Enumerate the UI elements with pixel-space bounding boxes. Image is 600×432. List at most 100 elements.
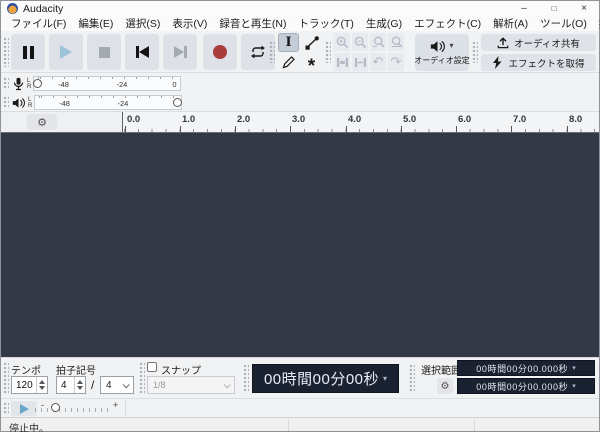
selection-tool-button[interactable]: I: [278, 33, 299, 52]
status-text: 停止中。: [9, 424, 49, 432]
time-signature-upper-input[interactable]: 4: [56, 376, 86, 394]
recording-meter[interactable]: LR -48 -24 0: [1, 75, 182, 92]
loop-icon: [251, 45, 265, 59]
share-grip[interactable]: [472, 41, 478, 63]
time-signature-lower-select[interactable]: 4: [100, 376, 134, 394]
timeline-options-panel: ⚙: [1, 112, 123, 132]
zoom-default-button[interactable]: [388, 33, 404, 51]
snap-select[interactable]: 1/8: [147, 376, 235, 394]
menu-file[interactable]: ファイル(F): [5, 16, 72, 31]
get-effects-button[interactable]: エフェクトを取得: [481, 54, 596, 71]
audacity-window: Audacity – □ × ファイル(F) 編集(E) 選択(S) 表示(V)…: [0, 0, 600, 432]
tick-label: -24: [116, 80, 128, 89]
skip-to-end-button[interactable]: [163, 34, 197, 70]
time-display[interactable]: 00時間00分00秒 ▾: [252, 364, 399, 393]
multi-tool-button[interactable]: *: [301, 53, 322, 76]
edit-grip[interactable]: [325, 41, 331, 63]
tempo-input[interactable]: 120: [11, 376, 48, 394]
skip-to-end-icon: [173, 46, 187, 58]
menu-effect[interactable]: エフェクト(C): [408, 16, 487, 31]
zoom-selection-button[interactable]: [370, 33, 386, 51]
window-title: Audacity: [23, 2, 64, 15]
ruler-tick-label: 2.0: [234, 114, 251, 132]
selection-start-value: 00時間00分00.000秒: [476, 363, 569, 374]
play-at-speed-button[interactable]: [11, 401, 37, 416]
pencil-icon: [282, 56, 295, 69]
timeline-options-button[interactable]: ⚙: [27, 114, 57, 130]
menu-tools[interactable]: ツール(O): [534, 16, 593, 31]
record-button[interactable]: [203, 34, 237, 70]
timeline-ruler-row: 0.0 1.0 2.0 3.0 4.0 5.0 6.0 7.0 8.0 ⚙: [1, 112, 599, 133]
ruler-tick-label: 0.0: [124, 114, 141, 132]
menu-extra[interactable]: 拡張(R): [593, 16, 600, 31]
selection-grip[interactable]: [409, 364, 415, 392]
envelope-tool-icon: [305, 35, 319, 50]
title-bar: Audacity – □ ×: [1, 1, 599, 16]
menu-generate[interactable]: 生成(G): [360, 16, 408, 31]
recording-meter-grip[interactable]: [3, 77, 9, 90]
speed-grip[interactable]: [3, 402, 9, 415]
playback-volume-slider[interactable]: [173, 98, 183, 107]
selection-start-display[interactable]: 00時間00分00.000秒 ▾: [457, 360, 595, 376]
gear-icon: ⚙: [440, 380, 450, 392]
silence-audio-icon: [354, 57, 366, 67]
play-at-speed-toolbar: - +: [1, 398, 599, 417]
menu-select[interactable]: 選択(S): [119, 16, 166, 31]
upload-icon: [497, 37, 509, 49]
minimize-button[interactable]: –: [509, 1, 539, 16]
status-divider: [288, 419, 289, 431]
play-button[interactable]: [49, 34, 83, 70]
trim-audio-button[interactable]: [334, 53, 350, 71]
chevron-down-icon: ▾: [449, 41, 454, 50]
skip-to-start-button[interactable]: [125, 34, 159, 70]
tempo-spinner[interactable]: [36, 377, 47, 393]
redo-button[interactable]: ↷: [388, 53, 404, 71]
close-button[interactable]: ×: [569, 1, 599, 16]
speed-slider-thumb[interactable]: [51, 403, 60, 412]
snap-value: 1/8: [153, 380, 166, 390]
playback-meter[interactable]: LR -48 -24: [1, 94, 183, 111]
selection-end-display[interactable]: 00時間00分00.000秒 ▾: [457, 378, 595, 394]
speaker-icon: [12, 97, 25, 108]
get-effects-icon: [493, 56, 502, 69]
snap-checkbox[interactable]: [147, 362, 157, 372]
snap-grip[interactable]: [139, 362, 145, 394]
maximize-button[interactable]: □: [539, 1, 569, 16]
status-divider: [474, 419, 475, 431]
recording-meter-scale[interactable]: -48 -24 0: [33, 76, 182, 91]
draw-tool-button[interactable]: [278, 53, 299, 72]
undo-button[interactable]: ↶: [370, 53, 386, 71]
silence-audio-button[interactable]: [352, 53, 368, 71]
time-grip[interactable]: [243, 364, 249, 392]
recording-gain-slider[interactable]: [33, 79, 43, 88]
pause-button[interactable]: [11, 34, 45, 70]
tools-grip[interactable]: [269, 41, 275, 63]
playback-meter-scale[interactable]: -48 -24: [34, 95, 183, 110]
menu-analyze[interactable]: 解析(A): [487, 16, 534, 31]
pause-icon: [22, 45, 34, 59]
selection-options-button[interactable]: ⚙: [437, 378, 453, 394]
zoom-in-icon: [336, 36, 348, 48]
zoom-out-button[interactable]: [352, 33, 368, 51]
playback-meter-channels: LR: [28, 96, 33, 109]
menu-transport[interactable]: 録音と再生(N): [213, 16, 292, 31]
time-signature-grip[interactable]: [3, 362, 9, 394]
stop-button[interactable]: [87, 34, 121, 70]
share-audio-button[interactable]: オーディオ共有: [481, 34, 596, 51]
envelope-tool-button[interactable]: [301, 33, 322, 52]
menu-view[interactable]: 表示(V): [166, 16, 213, 31]
chevron-down-icon: [122, 380, 130, 388]
audio-setup-button[interactable]: ▾ オーディオ設定: [414, 34, 470, 71]
speed-slider-track[interactable]: [35, 408, 111, 412]
track-canvas[interactable]: [1, 133, 599, 357]
time-signature-upper-spinner[interactable]: [74, 377, 85, 393]
speaker-icon: [431, 40, 446, 52]
playback-meter-grip[interactable]: [3, 96, 9, 109]
menu-tracks[interactable]: トラック(T): [293, 16, 360, 31]
selection-tool-icon: I: [285, 35, 292, 50]
transport-grip[interactable]: [3, 37, 9, 67]
menu-edit[interactable]: 編集(E): [72, 16, 119, 31]
zoom-in-button[interactable]: [334, 33, 350, 51]
recording-meter-channels: LR: [27, 77, 32, 90]
toolbar-row: I * ↶ ↷ ▾ オーディオ設定 オーディオ共有 エフェクトを取得: [1, 31, 599, 76]
